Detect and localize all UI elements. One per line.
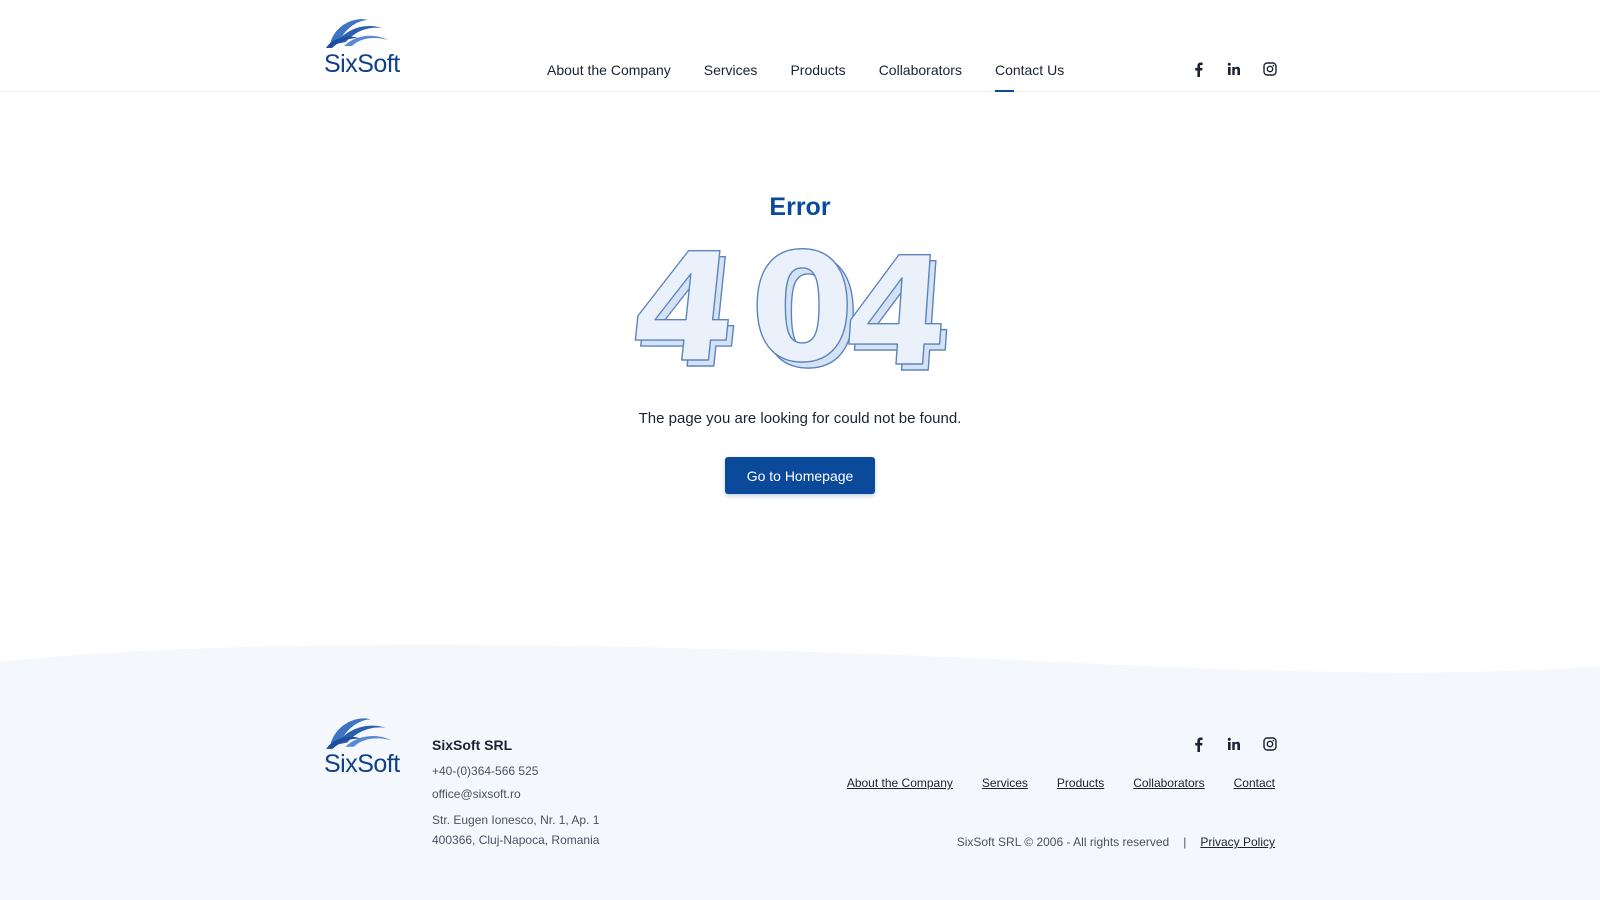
company-name: SixSoft SRL [432,737,513,753]
facebook-icon[interactable] [1190,736,1206,752]
privacy-policy-link[interactable]: Privacy Policy [1200,835,1275,849]
nav-services[interactable]: Services [704,60,758,92]
footer-background [0,680,1600,900]
site-header: SixSoft About the Company Services Produ… [0,0,1600,92]
company-phone[interactable]: +40-(0)364-566 525 [432,764,599,778]
copyright-text: SixSoft SRL © 2006 - All rights reserved [956,835,1170,849]
header-social-links [1190,61,1278,77]
nav-collaborators[interactable]: Collaborators [879,60,962,92]
company-address-line1: Str. Eugen Ionesco, Nr. 1, Ap. 1 [432,813,600,827]
company-address-line2: 400366, Cluj-Napoca, Romania [432,833,600,847]
company-email[interactable]: office@sixsoft.ro [432,787,599,801]
instagram-icon[interactable] [1262,736,1278,752]
svg-text:4: 4 [838,232,955,378]
404-illustration-icon: .f { fill: #eaf1fa; stroke: #5b84bd; str… [632,232,961,378]
footer-nav: About the Company Services Products Coll… [847,776,1275,790]
copyright-bar: SixSoft SRL © 2006 - All rights reserved… [957,835,1275,849]
svg-text:0: 0 [750,232,854,378]
footer-link-products[interactable]: Products [1057,776,1104,790]
footer-wave-shape [0,644,1600,682]
company-info: SixSoft SRL +40-(0)364-566 525 office@si… [432,737,599,850]
footer-link-collaborators[interactable]: Collaborators [1133,776,1204,790]
go-to-homepage-button[interactable]: Go to Homepage [725,457,875,494]
error-code: 404 [632,232,634,233]
logo-swoosh-icon [326,718,392,749]
nav-products[interactable]: Products [790,60,845,92]
linkedin-icon[interactable] [1226,736,1242,752]
main-nav: About the Company Services Products Coll… [547,60,1064,92]
facebook-icon[interactable] [1190,61,1206,77]
error-message: The page you are looking for could not b… [638,410,962,427]
copyright-separator: | [1183,835,1187,849]
linkedin-icon[interactable] [1226,61,1242,77]
footer-social-links [1190,736,1278,752]
footer-link-contact[interactable]: Contact [1234,776,1275,790]
nav-contact-us[interactable]: Contact Us [994,60,1064,92]
logo-swoosh-icon [326,19,388,48]
footer-link-about-the-company[interactable]: About the Company [847,776,953,790]
logo-wordmark: SixSoft [324,50,400,78]
footer-logo[interactable]: SixSoft [324,713,400,778]
nav-about-the-company[interactable]: About the Company [547,60,671,92]
header-logo[interactable]: SixSoft [324,14,400,78]
error-title: Error [769,193,831,221]
footer-logo-wordmark: SixSoft [324,750,400,778]
instagram-icon[interactable] [1262,61,1278,77]
svg-text:4: 4 [632,232,745,378]
footer-link-services[interactable]: Services [982,776,1028,790]
